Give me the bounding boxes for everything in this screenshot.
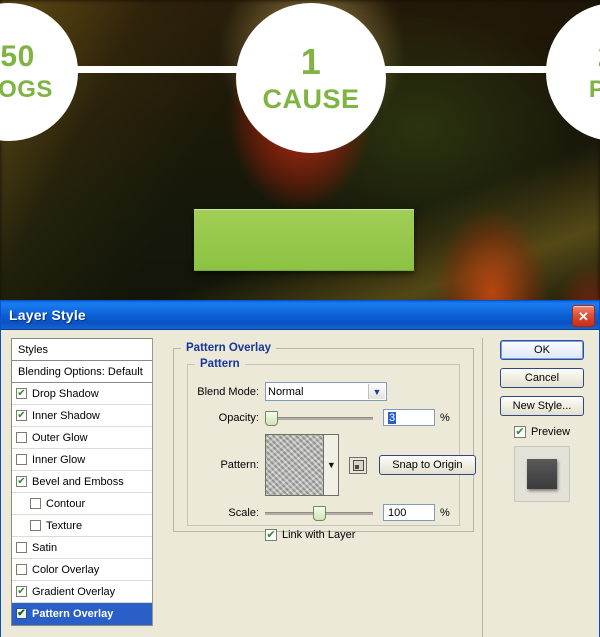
style-item-checkbox[interactable]: ✔: [16, 608, 27, 619]
pattern-fields: Blend Mode: Normal ▼ Opacity: 3 % Patter…: [181, 382, 476, 541]
style-item-drop-shadow[interactable]: ✔ Drop Shadow: [12, 383, 152, 405]
blend-mode-row: Blend Mode: Normal ▼: [181, 382, 476, 401]
blend-mode-select[interactable]: Normal ▼: [265, 382, 387, 401]
scale-slider[interactable]: [265, 505, 373, 521]
scale-input[interactable]: 100: [383, 504, 435, 521]
snap-to-origin-button[interactable]: Snap to Origin: [378, 455, 476, 475]
style-item-inner-shadow[interactable]: ✔ Inner Shadow: [12, 405, 152, 427]
circle-label: BLOGS: [0, 76, 53, 103]
section-title-pattern-overlay: Pattern Overlay: [181, 342, 277, 354]
dialog-body: Styles Blending Options: Default ✔ Drop S…: [1, 330, 599, 637]
scale-unit: %: [440, 506, 450, 519]
blend-mode-label: Blend Mode:: [197, 385, 259, 398]
style-item-label: Gradient Overlay: [32, 585, 116, 598]
link-with-layer-checkbox[interactable]: ✔: [265, 529, 277, 541]
style-item-label: Texture: [46, 519, 83, 532]
style-item-checkbox[interactable]: [16, 432, 27, 443]
opacity-input[interactable]: 3: [383, 409, 435, 426]
dialog-title: Layer Style: [9, 307, 86, 323]
infographic-connector-right: [370, 66, 560, 73]
opacity-slider-thumb[interactable]: [265, 410, 278, 426]
style-item-color-overlay[interactable]: Color Overlay: [12, 559, 152, 581]
circle-number: 1: [300, 40, 322, 82]
styles-list-header[interactable]: Styles: [12, 339, 152, 361]
opacity-slider-track: [265, 416, 373, 420]
blending-options-row[interactable]: Blending Options: Default: [12, 361, 152, 383]
circle-number: 550: [0, 40, 35, 73]
circle-label: CAUSE: [262, 83, 360, 114]
blending-options-label: Blending Options: Default: [18, 365, 143, 378]
style-item-label: Bevel and Emboss: [32, 475, 124, 488]
style-item-gradient-overlay[interactable]: ✔ Gradient Overlay: [12, 581, 152, 603]
infographic-circle-cause: 1 CAUSE: [236, 3, 386, 153]
style-item-bevel-and-emboss[interactable]: ✔ Bevel and Emboss: [12, 471, 152, 493]
style-item-texture[interactable]: Texture: [12, 515, 152, 537]
link-with-layer-label: Link with Layer: [282, 529, 356, 541]
pattern-label: Pattern:: [220, 459, 259, 471]
style-item-checkbox[interactable]: ✔: [16, 410, 27, 421]
new-preset-icon: [352, 459, 364, 471]
link-with-layer-row[interactable]: ✔ Link with Layer: [265, 529, 476, 541]
style-item-label: Pattern Overlay: [32, 607, 114, 620]
style-item-checkbox[interactable]: [30, 498, 41, 509]
new-style-button[interactable]: New Style...: [500, 396, 584, 416]
style-item-inner-glow[interactable]: Inner Glow: [12, 449, 152, 471]
style-item-checkbox[interactable]: ✔: [16, 388, 27, 399]
dialog-buttons-column: OK Cancel New Style... ✔ Preview: [483, 338, 599, 637]
style-item-checkbox[interactable]: [16, 542, 27, 553]
dialog-titlebar[interactable]: Layer Style ✕: [1, 301, 599, 330]
ok-button[interactable]: OK: [500, 340, 584, 360]
style-item-checkbox[interactable]: [16, 454, 27, 465]
style-item-label: Contour: [46, 497, 86, 510]
scale-label: Scale:: [228, 506, 259, 519]
preview-thumbnail: [514, 446, 570, 502]
preview-label: Preview: [530, 426, 571, 438]
layer-style-dialog: Layer Style ✕ Styles Blending Options: D…: [0, 300, 600, 637]
green-rectangle-layer[interactable]: [194, 209, 414, 271]
blend-mode-value: Normal: [268, 385, 304, 398]
opacity-value: 3: [388, 411, 397, 424]
style-item-outer-glow[interactable]: Outer Glow: [12, 427, 152, 449]
style-item-label: Inner Glow: [32, 453, 86, 466]
pattern-row: Pattern: ▼ Snap to Origin: [181, 434, 476, 496]
style-item-checkbox[interactable]: [16, 564, 27, 575]
preview-row[interactable]: ✔ Preview: [513, 426, 571, 438]
opacity-label: Opacity:: [218, 411, 259, 424]
new-pattern-preset-button[interactable]: [349, 456, 367, 474]
style-item-label: Satin: [32, 541, 58, 554]
pattern-overlay-panel: Pattern Overlay Pattern Blend Mode: Norm…: [161, 338, 483, 637]
style-item-label: Color Overlay: [32, 563, 100, 576]
pattern-swatch[interactable]: [265, 434, 325, 496]
styles-header-label: Styles: [18, 343, 48, 356]
circle-label: PEO: [588, 76, 600, 103]
style-item-contour[interactable]: Contour: [12, 493, 152, 515]
styles-column: Styles Blending Options: Default ✔ Drop S…: [1, 338, 161, 637]
infographic-connector-left: [56, 66, 256, 73]
styles-list[interactable]: Styles Blending Options: Default ✔ Drop S…: [11, 338, 153, 626]
cancel-button[interactable]: Cancel: [500, 368, 584, 388]
preview-checkbox[interactable]: ✔: [513, 426, 526, 438]
opacity-unit: %: [440, 411, 450, 424]
close-icon[interactable]: ✕: [572, 305, 595, 327]
opacity-slider[interactable]: [265, 410, 373, 426]
style-item-checkbox[interactable]: ✔: [16, 476, 27, 487]
preview-chip: [527, 459, 557, 489]
style-item-satin[interactable]: Satin: [12, 537, 152, 559]
pattern-picker-chevron-down-icon[interactable]: ▼: [324, 434, 340, 496]
opacity-row: Opacity: 3 %: [181, 409, 476, 426]
style-item-label: Outer Glow: [32, 431, 88, 444]
style-item-pattern-overlay[interactable]: ✔ Pattern Overlay: [12, 603, 152, 625]
group-title-pattern: Pattern: [195, 358, 245, 370]
scale-value: 100: [388, 506, 407, 519]
scale-slider-thumb[interactable]: [313, 505, 326, 521]
chevron-down-icon[interactable]: ▼: [368, 384, 385, 399]
style-item-checkbox[interactable]: ✔: [16, 586, 27, 597]
style-item-label: Inner Shadow: [32, 409, 100, 422]
style-item-label: Drop Shadow: [32, 387, 99, 400]
screenshot-root: 550 BLOGS 1 CAUSE 25 PEO Layer Style ✕ S…: [0, 0, 600, 637]
style-item-checkbox[interactable]: [30, 520, 41, 531]
scale-row: Scale: 100 %: [181, 504, 476, 521]
